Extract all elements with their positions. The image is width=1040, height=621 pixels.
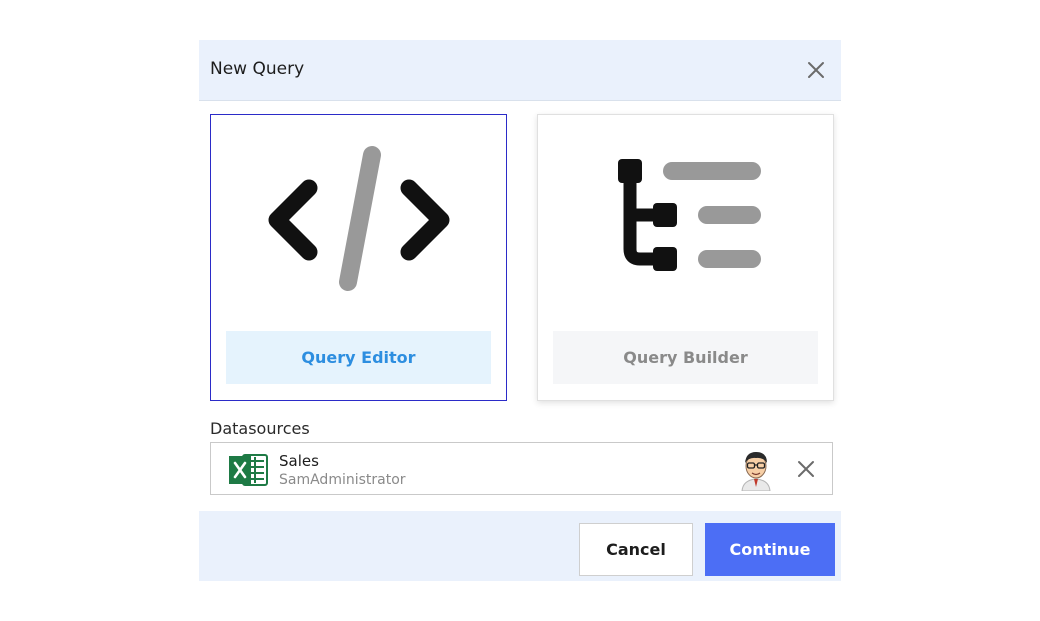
- tree-list-icon: [606, 143, 766, 277]
- query-editor-label: Query Editor: [226, 331, 491, 384]
- continue-button[interactable]: Continue: [705, 523, 835, 576]
- query-builder-label: Query Builder: [553, 331, 818, 384]
- cancel-button[interactable]: Cancel: [579, 523, 693, 576]
- close-button[interactable]: [804, 58, 828, 82]
- datasource-name: Sales: [279, 452, 319, 470]
- query-editor-card[interactable]: Query Editor: [210, 114, 507, 401]
- excel-icon: [229, 454, 268, 486]
- datasource-row: Sales SamAdministrator: [210, 442, 833, 495]
- code-icon: [264, 143, 454, 297]
- dialog-title: New Query: [210, 59, 305, 79]
- query-builder-card[interactable]: Query Builder: [537, 114, 834, 401]
- new-query-dialog: New Query Query Editor Query Builder Dat…: [199, 40, 841, 581]
- datasource-owner: SamAdministrator: [279, 472, 406, 488]
- datasources-label: Datasources: [210, 419, 310, 438]
- dialog-header: New Query: [199, 40, 841, 101]
- close-icon: [798, 461, 814, 477]
- remove-datasource-button[interactable]: [795, 458, 817, 480]
- user-avatar: [741, 452, 771, 491]
- dialog-footer: Cancel Continue: [199, 511, 841, 581]
- close-icon: [808, 62, 824, 78]
